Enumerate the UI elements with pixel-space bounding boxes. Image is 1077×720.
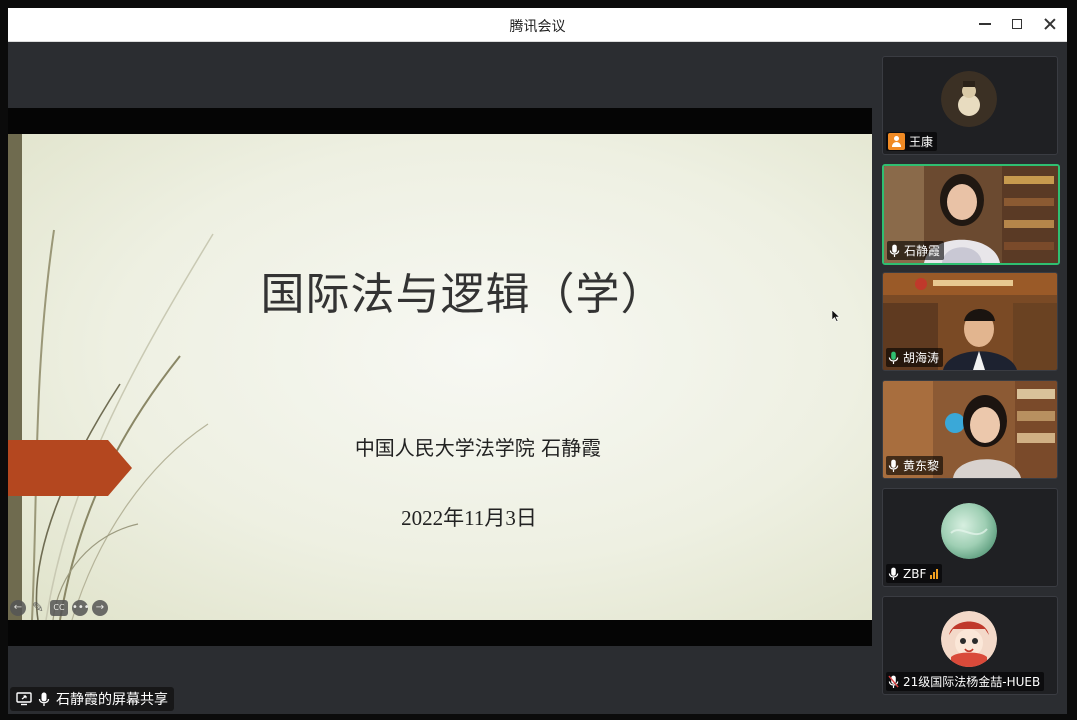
participant-name: 21级国际法杨金喆-HUEB	[903, 675, 1041, 689]
screen-share-label[interactable]: 石静霞的屏幕共享	[10, 687, 174, 711]
slide-navigation: ← ✎ CC ••• →	[10, 600, 108, 616]
participant-nametag: 胡海涛	[886, 348, 944, 367]
mic-icon	[888, 567, 899, 580]
participant-name: ZBF	[903, 566, 927, 581]
participant-tile[interactable]: 黄东黎	[882, 380, 1058, 479]
participant-sidebar: 王康	[874, 42, 1067, 714]
participant-tile[interactable]: 21级国际法杨金喆-HUEB	[882, 596, 1058, 695]
participant-nametag: 21级国际法杨金喆-HUEB	[886, 672, 1045, 691]
presentation-slide: 国际法与逻辑（学） 中国人民大学法学院 石静霞 2022年11月3日 ← ✎ C…	[8, 134, 872, 620]
arrow-left-icon[interactable]: ←	[10, 600, 26, 616]
letterbox-bottom	[8, 620, 872, 646]
signal-strength-icon	[930, 568, 939, 579]
pen-icon[interactable]: ✎	[30, 600, 46, 616]
participant-nametag: 黄东黎	[886, 456, 944, 475]
screen-share-area: 国际法与逻辑（学） 中国人民大学法学院 石静霞 2022年11月3日 ← ✎ C…	[8, 42, 872, 714]
cc-icon[interactable]: CC	[50, 600, 68, 616]
letterbox-top	[8, 108, 872, 134]
participant-nametag: 王康	[886, 132, 938, 151]
slide-subtitle: 中国人民大学法学院 石静霞	[354, 436, 602, 460]
participant-name: 胡海涛	[903, 351, 940, 365]
participant-tile[interactable]: 石静霞	[882, 164, 1060, 265]
window-title: 腾讯会议	[509, 19, 566, 35]
maximize-icon	[1012, 19, 1022, 29]
slide-date: 2022年11月3日	[401, 506, 537, 530]
participant-nametag: ZBF	[886, 564, 943, 583]
mic-icon	[888, 351, 899, 364]
participant-nametag: 石静霞	[887, 241, 945, 260]
avatar	[941, 503, 997, 559]
mic-icon	[889, 244, 900, 257]
mouse-cursor-icon	[832, 310, 840, 322]
participant-tile[interactable]: ZBF	[882, 488, 1058, 587]
person-icon	[888, 133, 905, 150]
grass-decoration	[31, 229, 214, 620]
avatar	[941, 71, 997, 127]
screen-share-icon	[16, 692, 32, 706]
meeting-window: 腾讯会议 国际法与逻辑（学） 中国人民大学法学院 石静霞 2022年11月3日	[8, 8, 1067, 714]
close-button[interactable]	[1037, 12, 1063, 36]
arrow-right-icon[interactable]: →	[92, 600, 108, 616]
minimize-button[interactable]	[972, 12, 998, 36]
more-icon[interactable]: •••	[72, 600, 90, 616]
avatar	[941, 611, 997, 667]
title-bar: 腾讯会议	[8, 8, 1067, 42]
mic-icon	[38, 692, 50, 706]
mic-icon	[888, 459, 899, 472]
participant-name: 石静霞	[904, 244, 941, 258]
screen-share-text: 石静霞的屏幕共享	[56, 692, 168, 708]
mic-muted-icon	[888, 675, 899, 688]
participant-tile[interactable]: 王康	[882, 56, 1058, 155]
participant-name: 王康	[909, 134, 934, 149]
maximize-button[interactable]	[1004, 12, 1030, 36]
participant-tile[interactable]: 胡海涛	[882, 272, 1058, 371]
participant-name: 黄东黎	[903, 459, 940, 473]
minimize-icon	[979, 23, 991, 25]
slide-title: 国际法与逻辑（学）	[260, 269, 666, 320]
close-icon	[1043, 17, 1057, 31]
